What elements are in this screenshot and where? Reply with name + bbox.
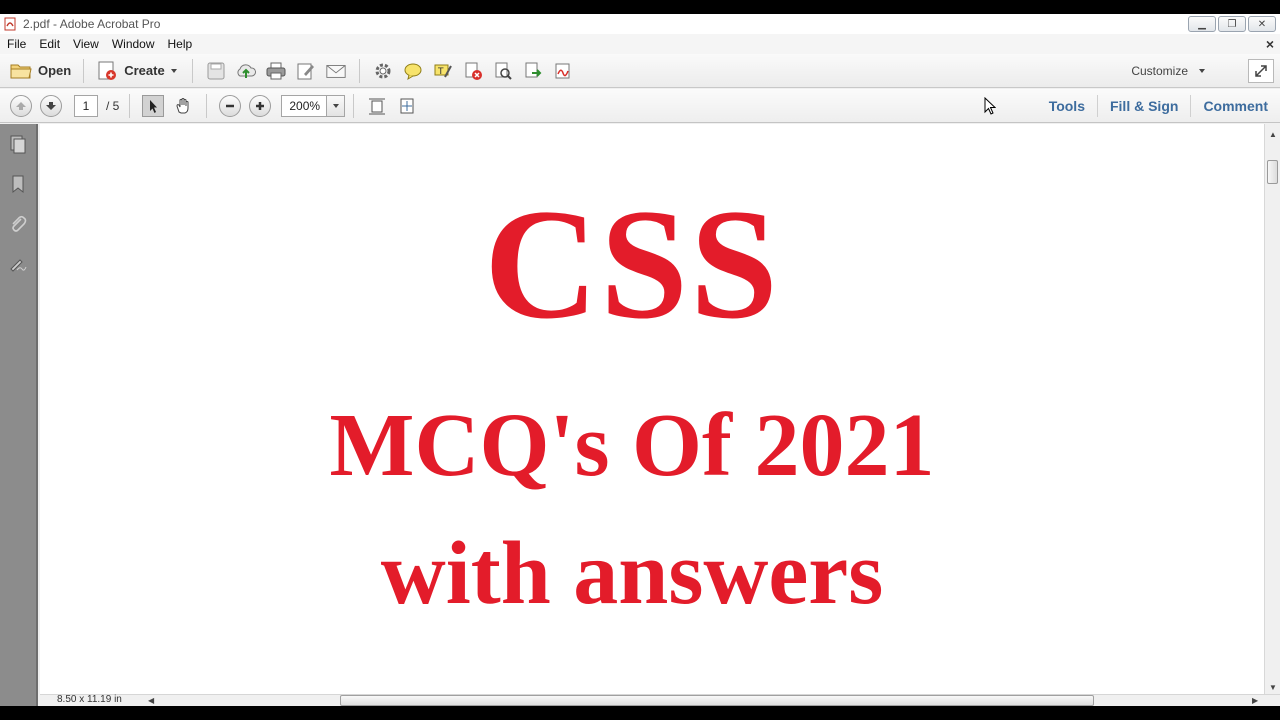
acrobat-window: 2.pdf - Adobe Acrobat Pro ▁ ❐ ✕ File Edi…: [0, 14, 1280, 706]
window-title: 2.pdf - Adobe Acrobat Pro: [23, 17, 161, 31]
menu-bar: File Edit View Window Help ×: [0, 34, 1280, 54]
toolbar-separator: [191, 58, 193, 83]
arrow-down-icon: [46, 101, 56, 110]
attachments-button[interactable]: [6, 212, 30, 236]
menu-file[interactable]: File: [7, 37, 26, 51]
hand-icon: [176, 97, 189, 113]
menu-help[interactable]: Help: [168, 37, 193, 51]
horizontal-scroll-thumb[interactable]: [340, 695, 1094, 706]
folder-icon: [10, 64, 32, 78]
page-number-input[interactable]: 1: [74, 94, 98, 117]
hand-tool-button[interactable]: [172, 95, 194, 117]
email-icon[interactable]: [325, 60, 347, 82]
create-button[interactable]: Create: [92, 58, 183, 84]
bookmarks-button[interactable]: [6, 172, 30, 196]
toolbar-separator: [353, 93, 355, 118]
fit-window-button[interactable]: [396, 95, 418, 117]
main-toolbar: Open Create T Customize: [0, 54, 1280, 88]
chevron-down-icon: [170, 68, 177, 73]
settings-icon[interactable]: [372, 60, 394, 82]
navigation-pane: [0, 124, 38, 706]
previous-page-button[interactable]: [10, 94, 32, 117]
cloud-upload-icon[interactable]: [235, 60, 257, 82]
pages-icon: [10, 135, 26, 154]
menu-view[interactable]: View: [73, 37, 99, 51]
page-size-label: 8.50 x 11.19 in: [57, 694, 122, 705]
navigation-toolbar: 1 / 5 200% Tools Fill & Sign Comment: [0, 89, 1280, 123]
scroll-down-arrow-icon[interactable]: ▼: [1269, 683, 1277, 692]
plus-icon: [256, 101, 265, 110]
document-subtitle-line-2: with answers: [380, 524, 884, 623]
svg-text:T: T: [437, 67, 444, 77]
create-pdf-icon: [98, 61, 117, 80]
chevron-down-icon: [332, 103, 339, 108]
page-thumbnails-button[interactable]: [6, 132, 30, 156]
full-screen-button[interactable]: [1248, 59, 1274, 83]
chevron-down-icon: [1199, 69, 1205, 73]
print-icon[interactable]: [265, 60, 287, 82]
vertical-scrollbar[interactable]: ▲ ▼: [1264, 124, 1280, 694]
toolbar-separator: [129, 93, 131, 118]
status-bar: 8.50 x 11.19 in ◀ ▶: [40, 694, 1280, 706]
pdf-file-icon: [3, 17, 17, 31]
customize-button[interactable]: Customize: [1131, 64, 1208, 78]
highlight-icon[interactable]: T: [432, 60, 454, 82]
signatures-button[interactable]: [6, 252, 30, 276]
edit-icon[interactable]: [295, 60, 317, 82]
fit-page-icon: [400, 98, 414, 113]
menu-edit[interactable]: Edit: [39, 37, 60, 51]
scroll-right-arrow-icon[interactable]: ▶: [1252, 696, 1258, 705]
export-icon[interactable]: [522, 60, 544, 82]
document-view[interactable]: CSS MCQ's Of 2021 with answers: [40, 124, 1264, 694]
task-pane-links: Tools Fill & Sign Comment: [1037, 89, 1280, 123]
minus-icon: [226, 104, 235, 107]
comment-icon[interactable]: [402, 60, 424, 82]
toolbar-separator: [358, 58, 360, 83]
title-bar: 2.pdf - Adobe Acrobat Pro ▁ ❐ ✕: [0, 14, 1280, 34]
zoom-dropdown-button[interactable]: [327, 94, 346, 117]
comment-pane-link[interactable]: Comment: [1191, 98, 1280, 114]
menu-window[interactable]: Window: [112, 37, 155, 51]
restore-button[interactable]: ❐: [1218, 16, 1246, 32]
next-page-button[interactable]: [40, 94, 62, 117]
window-controls: ▁ ❐ ✕: [1188, 16, 1276, 32]
document-subtitle-line-1: MCQ's Of 2021: [329, 396, 935, 495]
expand-icon: [1255, 65, 1267, 77]
search-pages-icon[interactable]: [492, 60, 514, 82]
mouse-cursor-icon: [984, 97, 996, 115]
arrow-up-icon: [16, 101, 26, 110]
document-title-text: CSS: [484, 177, 780, 352]
cursor-arrow-icon: [150, 99, 158, 113]
signature-icon[interactable]: [552, 60, 574, 82]
fill-sign-pane-link[interactable]: Fill & Sign: [1098, 98, 1190, 114]
delete-pages-icon[interactable]: [462, 60, 484, 82]
scroll-up-arrow-icon[interactable]: ▲: [1269, 130, 1277, 139]
select-tool-button[interactable]: [142, 94, 165, 117]
zoom-out-button[interactable]: [219, 94, 242, 117]
zoom-in-button[interactable]: [249, 94, 272, 117]
bookmark-icon: [12, 175, 24, 194]
vertical-scroll-thumb[interactable]: [1267, 160, 1278, 184]
zoom-level-input[interactable]: 200%: [281, 94, 328, 117]
scroll-left-arrow-icon[interactable]: ◀: [148, 696, 154, 705]
fit-page-button[interactable]: [366, 95, 388, 117]
paperclip-icon: [12, 215, 27, 232]
document-close-button[interactable]: ×: [1266, 36, 1274, 52]
close-button[interactable]: ✕: [1248, 16, 1276, 32]
page-count: / 5: [106, 98, 120, 113]
tools-pane-link[interactable]: Tools: [1037, 98, 1097, 114]
toolbar-separator: [206, 93, 208, 118]
open-button[interactable]: Open: [6, 58, 75, 84]
signature-pen-icon: [10, 259, 27, 272]
minimize-button[interactable]: ▁: [1188, 16, 1216, 32]
save-icon[interactable]: [205, 60, 227, 82]
toolbar-separator: [83, 58, 85, 83]
create-label: Create: [124, 63, 165, 78]
fit-width-icon: [369, 98, 386, 114]
customize-label: Customize: [1131, 64, 1188, 78]
open-label: Open: [38, 63, 72, 78]
